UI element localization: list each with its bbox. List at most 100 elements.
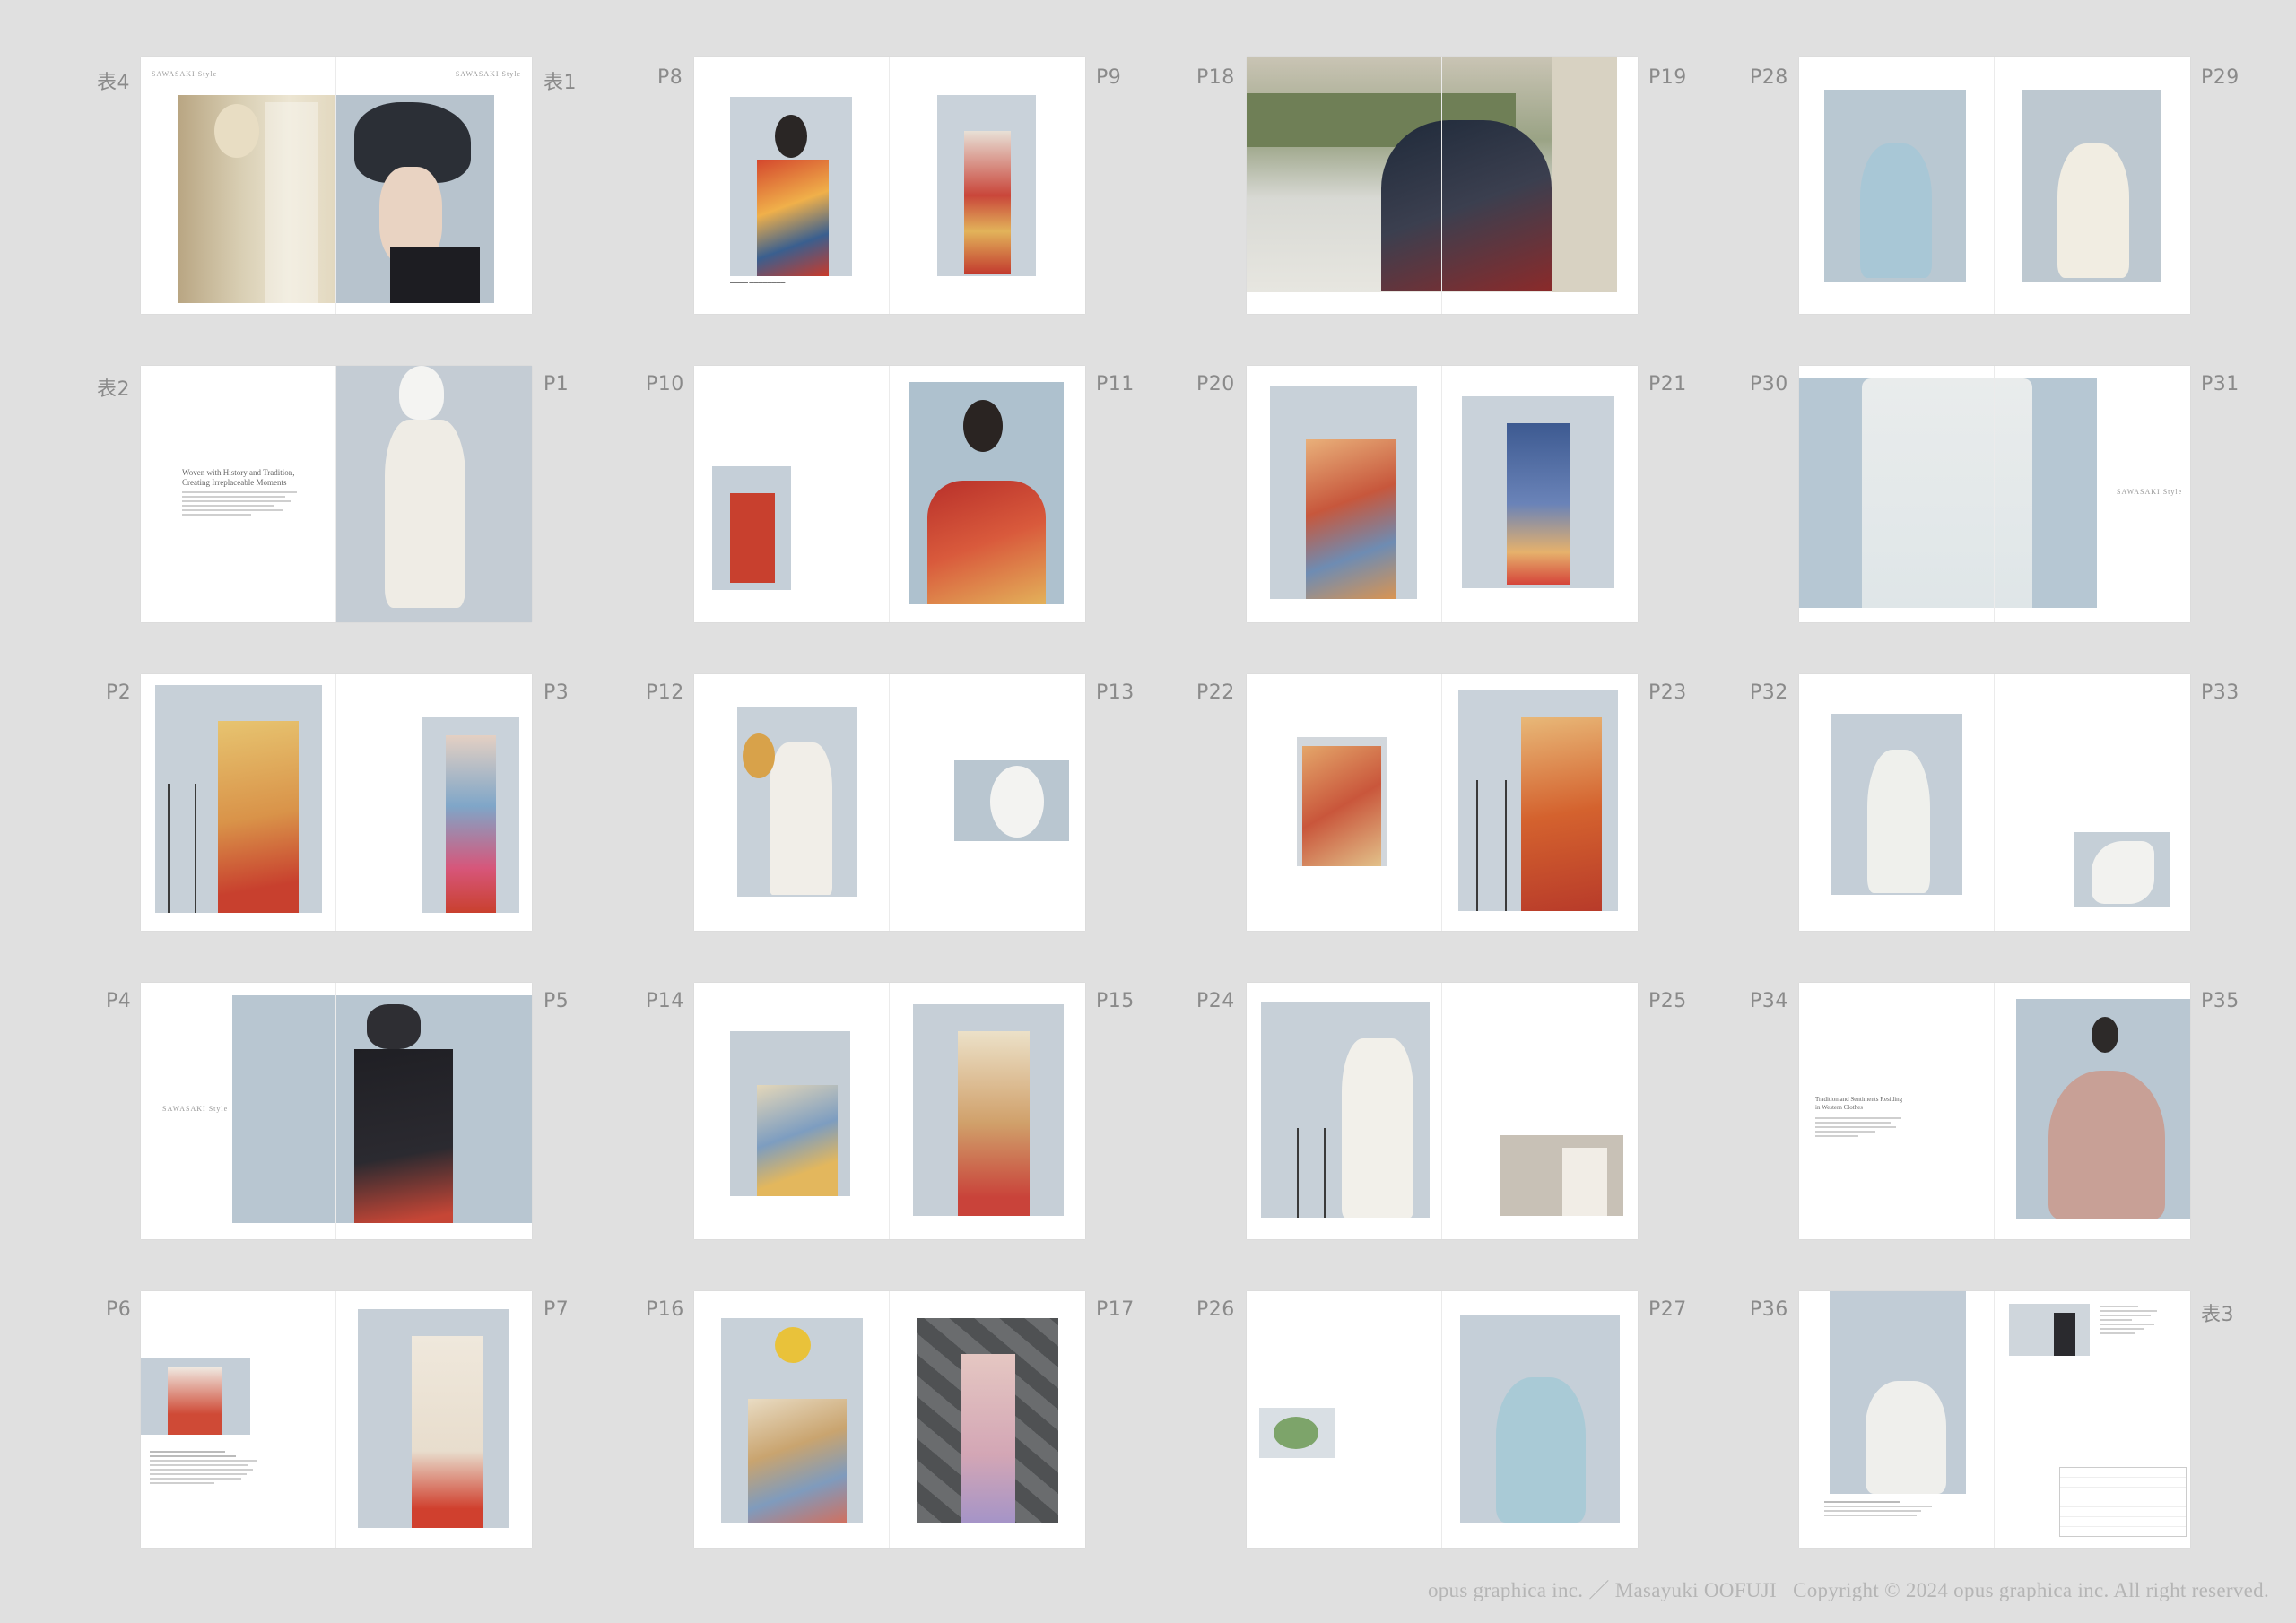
dress-photo xyxy=(2016,999,2190,1219)
page-label: P1 xyxy=(544,373,570,395)
page-label: P9 xyxy=(1096,66,1122,89)
copyright-footer: opus graphica inc. ／ Masayuki OOFUJI Cop… xyxy=(1428,1573,2269,1603)
bride-portrait-photo xyxy=(336,95,494,303)
page-label: P3 xyxy=(544,681,570,704)
dress-hem-photo xyxy=(2074,832,2170,907)
page-label: P35 xyxy=(2201,990,2239,1012)
kimono-detail-photo xyxy=(1297,737,1387,866)
illustration-photo xyxy=(178,95,336,303)
page-label: P13 xyxy=(1096,681,1135,704)
page-spread: Woven with History and Tradition, Creati… xyxy=(141,366,532,622)
page-spread: SAWASAKI Style xyxy=(1799,366,2190,622)
kimono-photo xyxy=(1270,386,1417,599)
page-spread xyxy=(694,366,1085,622)
kimono-photo xyxy=(422,717,519,913)
page-label: P5 xyxy=(544,990,570,1012)
page-spread xyxy=(1247,57,1638,314)
page-spread xyxy=(1799,1291,2190,1548)
kimono-photo xyxy=(358,1309,509,1528)
page-label: P30 xyxy=(1750,373,1788,395)
kimono-photo xyxy=(155,685,322,913)
page-spread xyxy=(694,983,1085,1239)
page-label: P20 xyxy=(1196,373,1235,395)
copyright-text: Copyright © 2024 opus graphica inc. All … xyxy=(1793,1579,2269,1601)
page-label: 表2 xyxy=(97,378,130,401)
page-spread xyxy=(1247,674,1638,931)
detail-photo xyxy=(1500,1135,1623,1216)
kimono-photo xyxy=(937,95,1036,276)
page-label: P36 xyxy=(1750,1298,1788,1321)
page-label: P8 xyxy=(657,66,683,89)
kimono-photo xyxy=(712,466,791,590)
kimono-photo xyxy=(232,995,532,1223)
kimono-photo xyxy=(917,1318,1058,1523)
page-label: P7 xyxy=(544,1298,570,1321)
brand-tag: SAWASAKI Style xyxy=(162,1105,229,1113)
page-spread: SAWASAKI Style xyxy=(141,983,532,1239)
page-label: 表3 xyxy=(2201,1304,2234,1326)
page-label: P11 xyxy=(1096,373,1135,395)
dress-photo xyxy=(1824,90,1966,282)
page-spread xyxy=(141,674,532,931)
page-label: P28 xyxy=(1750,66,1788,89)
page-label: P24 xyxy=(1196,990,1235,1012)
shop-photo xyxy=(2009,1304,2090,1356)
page-spread: SAWASAKI Style SAWASAKI Style xyxy=(141,57,532,314)
white-kimono-photo xyxy=(336,366,532,622)
dress-detail-photo xyxy=(1799,378,2097,608)
white-kimono-photo xyxy=(1261,1002,1430,1218)
dress-photo xyxy=(1830,1291,1966,1494)
page-label: P22 xyxy=(1196,681,1235,704)
page-label: P29 xyxy=(2201,66,2239,89)
page-label: P21 xyxy=(1648,373,1687,395)
page-spread xyxy=(1247,983,1638,1239)
page-label: P32 xyxy=(1750,681,1788,704)
headdress-photo xyxy=(954,760,1069,841)
kimono-photo xyxy=(913,1004,1064,1216)
dress-photo xyxy=(1831,714,1962,895)
page-label: P34 xyxy=(1750,990,1788,1012)
kimono-photo xyxy=(730,97,852,276)
page-spread xyxy=(694,1291,1085,1548)
page-spread xyxy=(1247,1291,1638,1548)
kimono-photo xyxy=(730,1031,850,1196)
page-label: P19 xyxy=(1648,66,1687,89)
kimono-photo xyxy=(1462,396,1614,588)
page-label: P15 xyxy=(1096,990,1135,1012)
white-kimono-photo xyxy=(737,707,857,897)
dress-photo xyxy=(1460,1315,1620,1523)
page-label: P23 xyxy=(1648,681,1687,704)
page-spread xyxy=(1799,674,2190,931)
page-spread xyxy=(1799,57,2190,314)
kimono-photo xyxy=(1458,690,1618,911)
page-label: 表1 xyxy=(544,72,577,94)
page-label: P26 xyxy=(1196,1298,1235,1321)
page-label: P2 xyxy=(106,681,132,704)
garden-photo xyxy=(1247,57,1617,292)
spread-heading: Woven with History and Tradition, Creati… xyxy=(182,468,295,487)
page-label: P10 xyxy=(646,373,684,395)
page-label: 表4 xyxy=(97,72,130,94)
page-label: P16 xyxy=(646,1298,684,1321)
page-label: P6 xyxy=(106,1298,132,1321)
page-spread: Tradition and Sentiments Residing in Wes… xyxy=(1799,983,2190,1239)
page-label: P33 xyxy=(2201,681,2239,704)
page-spread: ▬▬▬▬ ▬▬▬▬▬▬▬▬ xyxy=(694,57,1085,314)
page-label: P12 xyxy=(646,681,684,704)
brand-tag: SAWASAKI Style xyxy=(152,70,218,78)
map-graphic xyxy=(2059,1467,2187,1537)
spread-heading: Tradition and Sentiments Residing in Wes… xyxy=(1815,1096,1903,1111)
page-spread xyxy=(141,1291,532,1548)
dress-photo xyxy=(2022,90,2161,282)
page-label: P18 xyxy=(1196,66,1235,89)
kimono-detail-photo xyxy=(141,1358,250,1435)
page-spread xyxy=(1247,366,1638,622)
page-label: P17 xyxy=(1096,1298,1135,1321)
brand-tag: SAWASAKI Style xyxy=(2117,488,2183,496)
page-label: P4 xyxy=(106,990,132,1012)
page-spread xyxy=(694,674,1085,931)
page-label: P27 xyxy=(1648,1298,1687,1321)
kimono-photo xyxy=(721,1318,863,1523)
bouquet-photo xyxy=(1259,1408,1335,1458)
page-label: P31 xyxy=(2201,373,2239,395)
